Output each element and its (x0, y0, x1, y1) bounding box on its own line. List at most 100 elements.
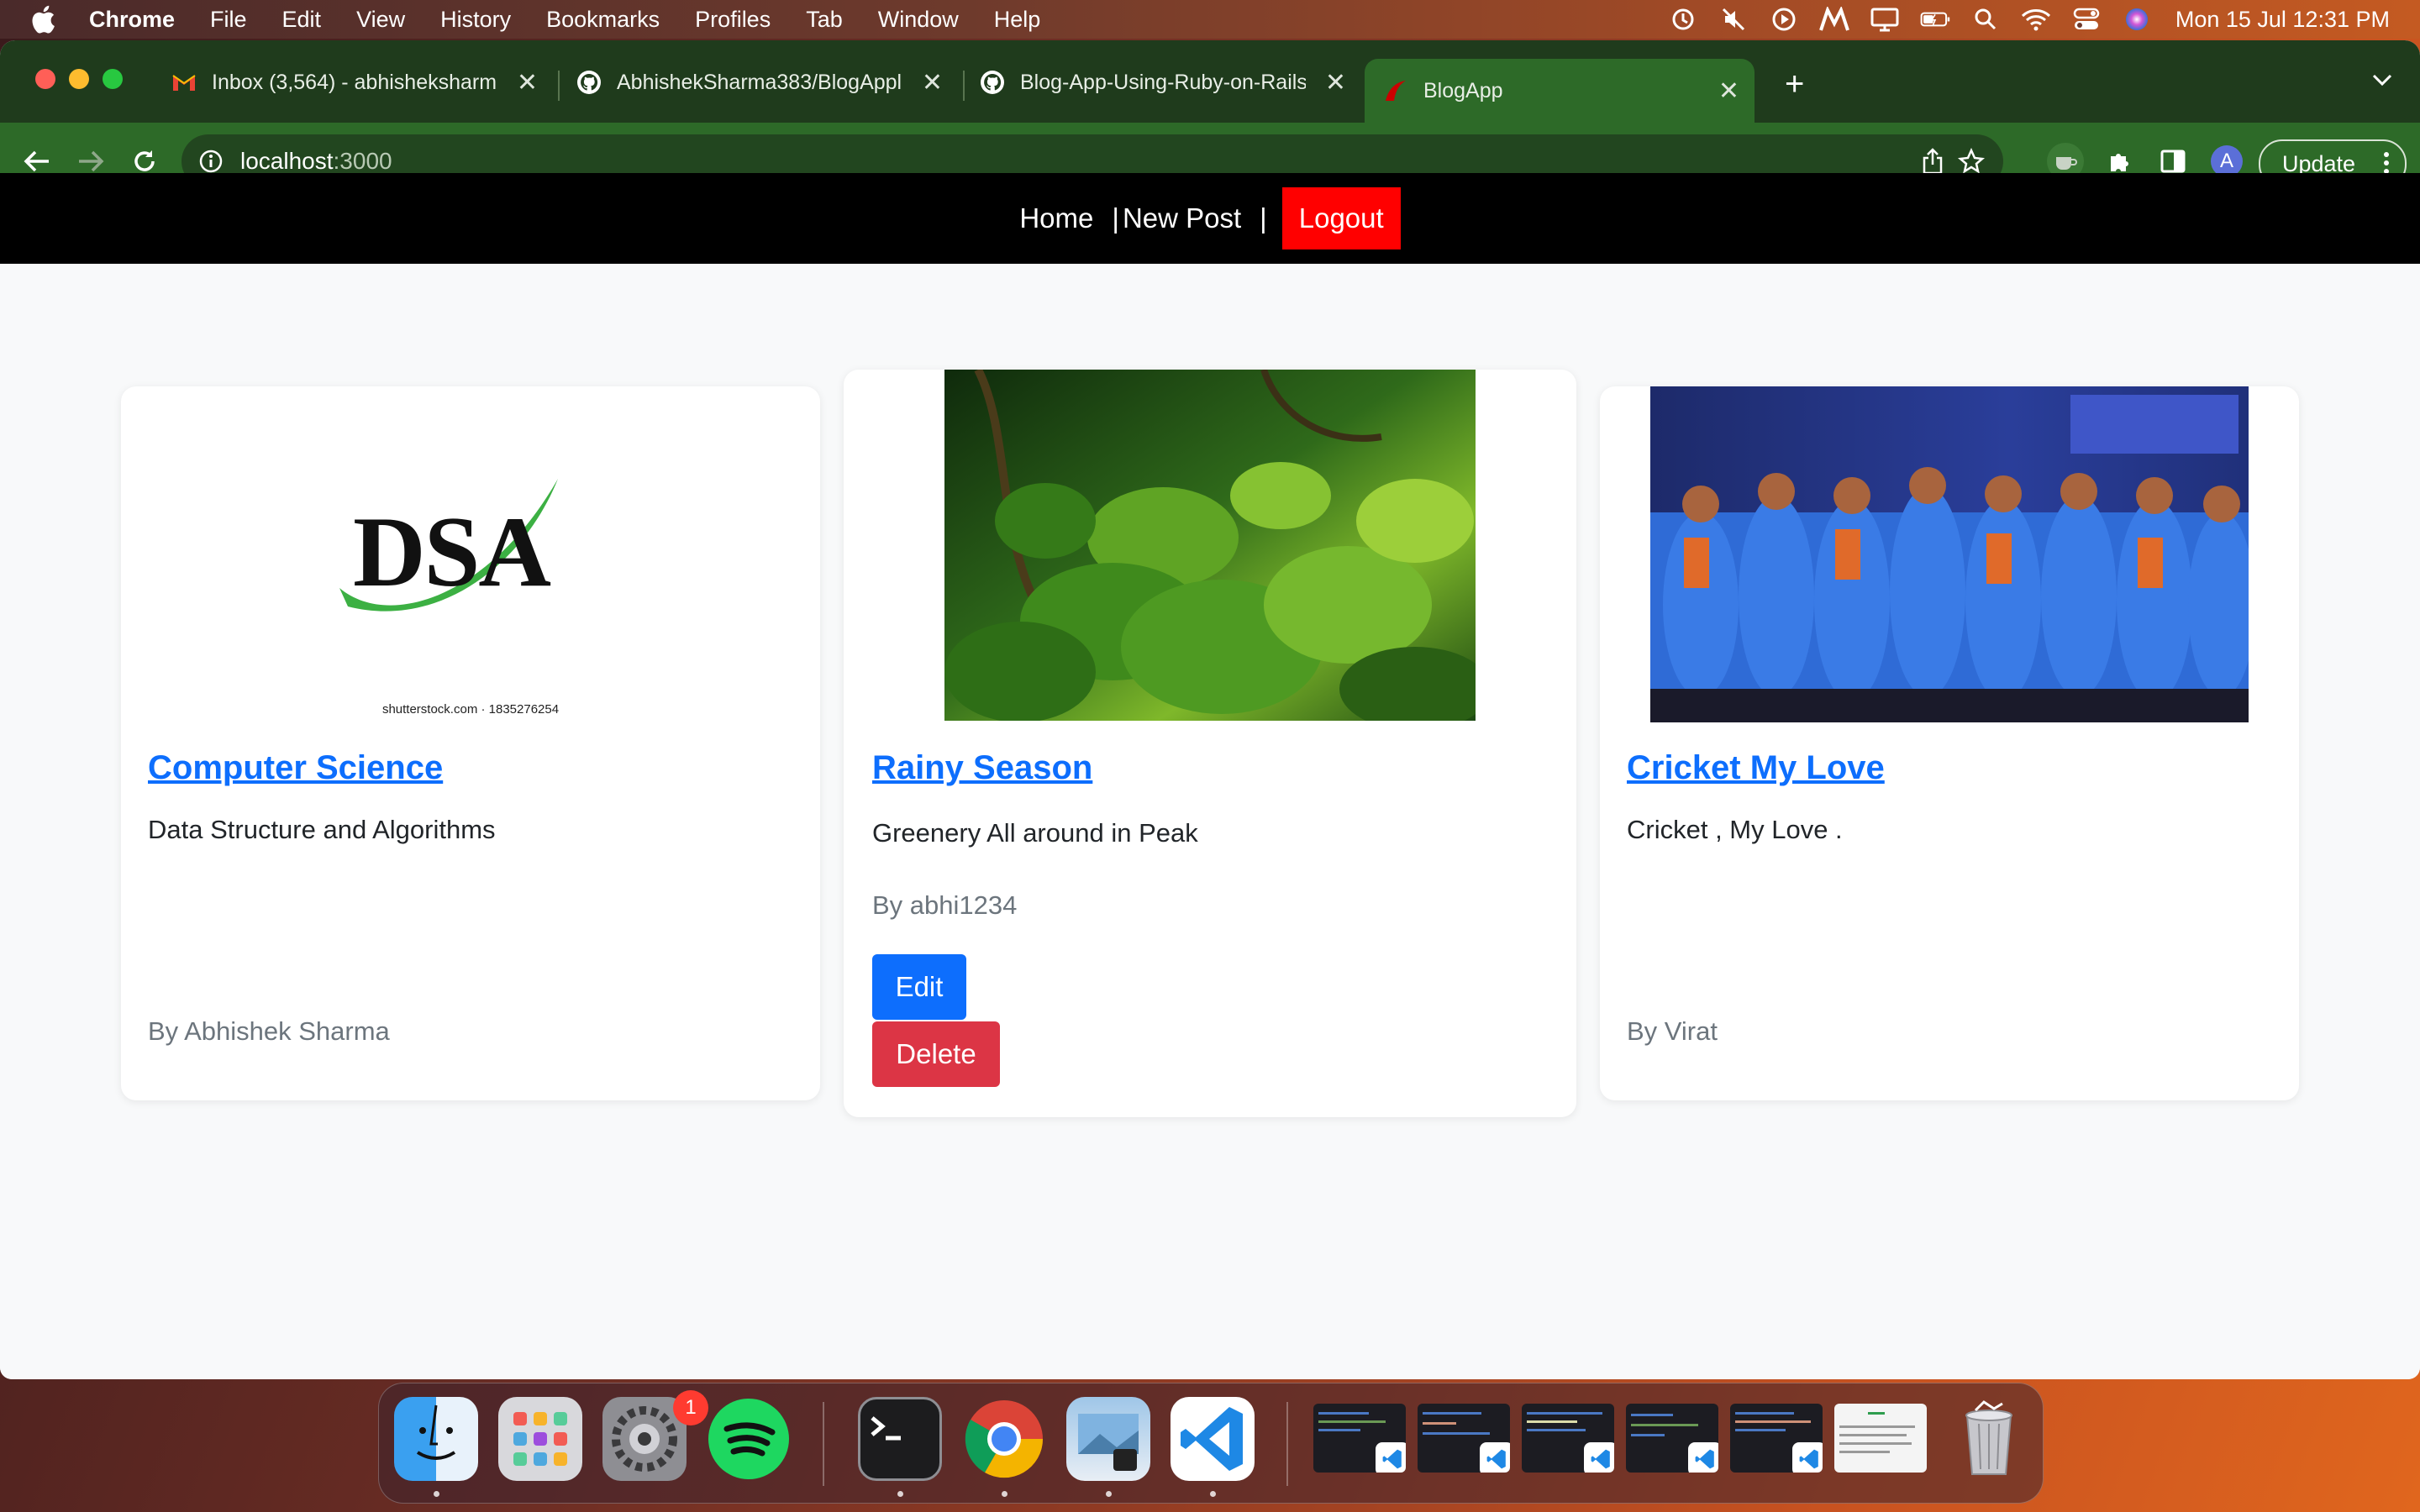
running-indicator (434, 1491, 439, 1497)
tab-blogapp[interactable]: BlogApp ✕ (1365, 59, 1754, 123)
spotify-icon[interactable] (707, 1397, 791, 1481)
vscode-icon (1792, 1442, 1823, 1473)
running-indicator (1210, 1491, 1216, 1497)
post-title-link[interactable]: Cricket My Love (1627, 749, 1885, 787)
nav-separator: | (1260, 202, 1267, 234)
dock-separator (1286, 1402, 1288, 1486)
notification-badge: 1 (673, 1390, 708, 1425)
menu-profiles[interactable]: Profiles (695, 7, 771, 33)
web-page: Home | New Post | Logout DSA shutterstoc… (0, 173, 2420, 1379)
dsa-logo-text: DSA (353, 496, 551, 607)
minimized-vscode-window[interactable] (1522, 1404, 1614, 1473)
battery-icon[interactable] (1920, 7, 1950, 32)
post-image-forest[interactable] (944, 370, 1476, 721)
post-title-link[interactable]: Computer Science (148, 749, 443, 787)
vscode-icon (1688, 1442, 1718, 1473)
minimized-vscode-window[interactable] (1313, 1404, 1406, 1473)
post-author: By Abhishek Sharma (148, 1016, 390, 1046)
post-card: Rainy Season Greenery All around in Peak… (844, 370, 1576, 1117)
post-author: By Virat (1627, 1016, 1718, 1046)
play-icon[interactable] (1769, 7, 1799, 32)
nav-separator: | (1112, 202, 1119, 234)
close-tab-icon[interactable]: ✕ (1718, 76, 1739, 106)
rails-icon (1383, 78, 1408, 103)
close-tab-icon[interactable]: ✕ (922, 68, 943, 97)
site-info-icon[interactable] (198, 149, 224, 174)
menu-help[interactable]: Help (994, 7, 1041, 33)
tab-github-rails[interactable]: Blog-App-Using-Ruby-on-Rails ✕ (980, 57, 1361, 108)
control-center-icon[interactable] (2071, 7, 2102, 32)
delete-post-button[interactable]: Delete (872, 1021, 1000, 1087)
menu-file[interactable]: File (210, 7, 247, 33)
post-title-link[interactable]: Rainy Season (872, 749, 1092, 787)
close-tab-icon[interactable]: ✕ (1325, 68, 1346, 97)
close-tab-icon[interactable]: ✕ (517, 68, 538, 97)
minimize-window-icon[interactable] (69, 69, 89, 89)
github-icon (980, 70, 1005, 95)
profile-initial: A (2219, 150, 2233, 172)
trash-icon[interactable] (1947, 1397, 2031, 1481)
vscode-icon[interactable] (1171, 1397, 1255, 1481)
launchpad-icon[interactable] (498, 1397, 582, 1481)
gmail-icon (171, 70, 197, 95)
sync-icon[interactable] (1668, 7, 1698, 32)
site-navbar: Home | New Post | Logout (0, 173, 2420, 264)
post-image-cricket[interactable] (1650, 386, 2249, 722)
tab-gmail[interactable]: Inbox (3,564) - abhisheksharm ✕ (171, 57, 553, 108)
menu-app-name[interactable]: Chrome (89, 7, 175, 33)
tab-separator (963, 71, 965, 101)
menu-bar: Chrome File Edit View History Bookmarks … (0, 0, 2420, 39)
post-author: By abhi1234 (872, 890, 1018, 920)
mute-icon[interactable] (1718, 7, 1749, 32)
post-card: Cricket My Love Cricket , My Love . By V… (1600, 386, 2299, 1100)
malwarebytes-icon[interactable] (1818, 7, 1849, 32)
preview-icon[interactable] (1066, 1397, 1150, 1481)
post-card: DSA shutterstock.com · 1835276254 Comput… (121, 386, 820, 1100)
url-text: localhost:3000 (240, 148, 392, 175)
nav-home-link[interactable]: Home (1019, 202, 1093, 234)
running-indicator (1106, 1491, 1112, 1497)
chrome-icon[interactable] (962, 1397, 1046, 1481)
post-body: Cricket , My Love . (1627, 815, 1843, 844)
tab-strip: Inbox (3,564) - abhisheksharm ✕ Abhishek… (0, 40, 2420, 123)
menu-window[interactable]: Window (878, 7, 959, 33)
tab-github-blogapp[interactable]: AbhishekSharma383/BlogAppli ✕ (576, 57, 958, 108)
tab-title: Blog-App-Using-Ruby-on-Rails (1020, 70, 1306, 94)
nav-new-post-link[interactable]: New Post (1123, 202, 1241, 234)
dock-separator (823, 1402, 824, 1486)
minimized-vscode-window[interactable] (1626, 1404, 1718, 1473)
zoom-window-icon[interactable] (103, 69, 123, 89)
spotlight-icon[interactable] (1970, 7, 2001, 32)
tab-search-chevron-icon[interactable] (2371, 72, 2393, 92)
post-image-dsa[interactable]: DSA shutterstock.com · 1835276254 (272, 386, 669, 722)
vscode-icon (1480, 1442, 1510, 1473)
siri-icon[interactable] (2122, 7, 2152, 32)
logout-button[interactable]: Logout (1281, 187, 1401, 249)
terminal-icon[interactable] (858, 1397, 942, 1481)
tab-title: Inbox (3,564) - abhisheksharm (212, 70, 497, 94)
menu-clock[interactable]: Mon 15 Jul 12:31 PM (2175, 7, 2390, 33)
minimized-vscode-window[interactable] (1418, 1404, 1510, 1473)
close-window-icon[interactable] (35, 69, 55, 89)
edit-post-button[interactable]: Edit (872, 954, 966, 1020)
post-body: Data Structure and Algorithms (148, 815, 496, 844)
menu-tab[interactable]: Tab (806, 7, 843, 33)
running-indicator (897, 1491, 903, 1497)
menu-view[interactable]: View (356, 7, 405, 33)
running-indicator (1002, 1491, 1007, 1497)
tab-title: BlogApp (1423, 78, 1503, 102)
url-host: localhost (240, 148, 334, 174)
menu-bookmarks[interactable]: Bookmarks (546, 7, 660, 33)
tab-title: AbhishekSharma383/BlogAppli (617, 70, 902, 94)
menu-edit[interactable]: Edit (282, 7, 322, 33)
minimized-document-window[interactable] (1834, 1404, 1927, 1473)
finder-icon[interactable] (394, 1397, 478, 1481)
apple-menu-icon[interactable] (30, 5, 55, 34)
url-port: :3000 (333, 148, 392, 174)
menu-history[interactable]: History (440, 7, 511, 33)
display-icon[interactable] (1870, 7, 1900, 32)
post-body: Greenery All around in Peak (872, 818, 1198, 848)
minimized-vscode-window[interactable] (1730, 1404, 1823, 1473)
wifi-icon[interactable] (2021, 7, 2051, 32)
new-tab-icon[interactable]: + (1785, 66, 1804, 103)
